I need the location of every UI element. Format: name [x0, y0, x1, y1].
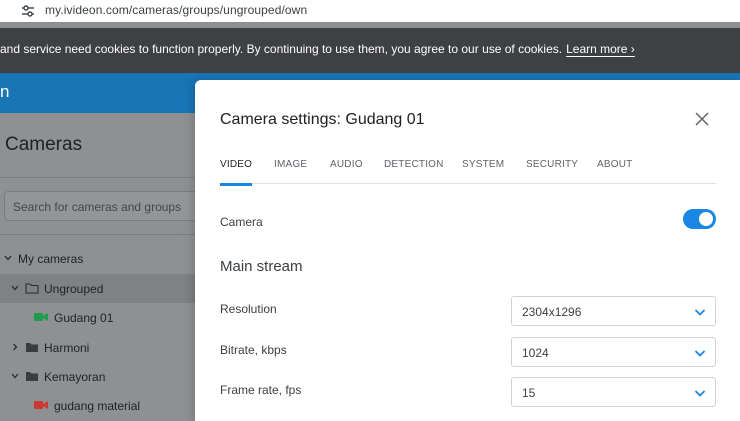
search-placeholder: Search for cameras and groups — [13, 200, 182, 214]
tree-item-my-cameras[interactable]: My cameras — [0, 244, 196, 273]
cookie-text: and service need cookies to function pro… — [0, 42, 563, 56]
camera-enabled-toggle[interactable] — [683, 209, 716, 229]
chevron-right-icon[interactable] — [10, 342, 20, 352]
camera-toggle-label: Camera — [220, 215, 263, 229]
sidebar: Cameras Search for cameras and groups My… — [0, 113, 204, 421]
tab-audio[interactable]: AUDIO — [330, 159, 363, 184]
folder-icon — [26, 372, 38, 381]
divider — [0, 177, 196, 178]
cookie-banner: and service need cookies to function pro… — [0, 28, 740, 73]
settings-tabs: VIDEO IMAGE AUDIO DETECTION SYSTEM SECUR… — [220, 156, 716, 186]
tab-video[interactable]: VIDEO — [220, 159, 253, 186]
dialog-title: Camera settings: Gudang 01 — [220, 111, 425, 128]
tab-security[interactable]: SECURITY — [526, 159, 578, 184]
tree-item-kemayoran[interactable]: Kemayoran — [0, 362, 196, 391]
tab-detection[interactable]: DETECTION — [384, 159, 444, 184]
frame-rate-label: Frame rate, fps — [220, 383, 302, 397]
url-text[interactable]: my.ivideon.com/cameras/groups/ungrouped/… — [45, 3, 307, 17]
bitrate-label: Bitrate, kbps — [220, 343, 287, 357]
tree-item-label: Harmoni — [44, 341, 90, 355]
app-logo[interactable]: n — [0, 82, 9, 102]
select-value: 2304x1296 — [522, 305, 582, 319]
folder-outline-icon — [25, 283, 39, 294]
close-icon[interactable] — [693, 110, 711, 128]
camera-search-input[interactable]: Search for cameras and groups — [4, 191, 204, 221]
tab-image[interactable]: IMAGE — [274, 159, 307, 184]
tree-item-harmoni[interactable]: Harmoni — [0, 333, 196, 362]
tree-item-gudang-01[interactable]: Gudang 01 — [0, 303, 196, 332]
section-title: Main stream — [220, 258, 303, 275]
resolution-label: Resolution — [220, 302, 277, 316]
chevron-down-icon[interactable] — [10, 283, 20, 293]
tab-system[interactable]: SYSTEM — [462, 159, 504, 184]
frame-rate-select[interactable]: 15 — [511, 377, 716, 407]
select-value: 1024 — [522, 346, 549, 360]
tree-item-label: Ungrouped — [44, 282, 104, 296]
folder-icon — [26, 343, 38, 352]
divider — [0, 234, 196, 235]
browser-address-bar[interactable]: my.ivideon.com/cameras/groups/ungrouped/… — [0, 0, 740, 22]
select-value: 15 — [522, 386, 536, 400]
chevron-down-icon — [694, 350, 706, 357]
chevron-down-icon[interactable] — [10, 371, 20, 381]
tune-icon[interactable] — [20, 3, 36, 19]
chevron-down-icon[interactable] — [3, 253, 13, 263]
tree-item-label: Gudang 01 — [54, 311, 114, 325]
learn-more-link[interactable]: Learn more › — [566, 42, 635, 56]
chevron-down-icon — [694, 390, 706, 397]
toggle-knob — [699, 212, 713, 226]
tree-item-label: My cameras — [18, 252, 84, 266]
chevron-down-icon — [694, 309, 706, 316]
camera-red-icon — [34, 401, 48, 409]
resolution-select[interactable]: 2304x1296 — [511, 296, 716, 326]
bitrate-select[interactable]: 1024 — [511, 337, 716, 367]
camera-settings-dialog: Camera settings: Gudang 01 VIDEO IMAGE A… — [195, 80, 740, 421]
tree-item-ungrouped[interactable]: Ungrouped — [0, 274, 196, 303]
tab-about[interactable]: ABOUT — [597, 159, 632, 184]
tree-item-label: Kemayoran — [44, 370, 106, 384]
camera-green-icon — [34, 313, 48, 321]
tree-item-label: gudang material — [54, 399, 141, 413]
sidebar-title: Cameras — [5, 134, 83, 155]
tree-item-gudang-material[interactable]: gudang material — [0, 391, 196, 420]
